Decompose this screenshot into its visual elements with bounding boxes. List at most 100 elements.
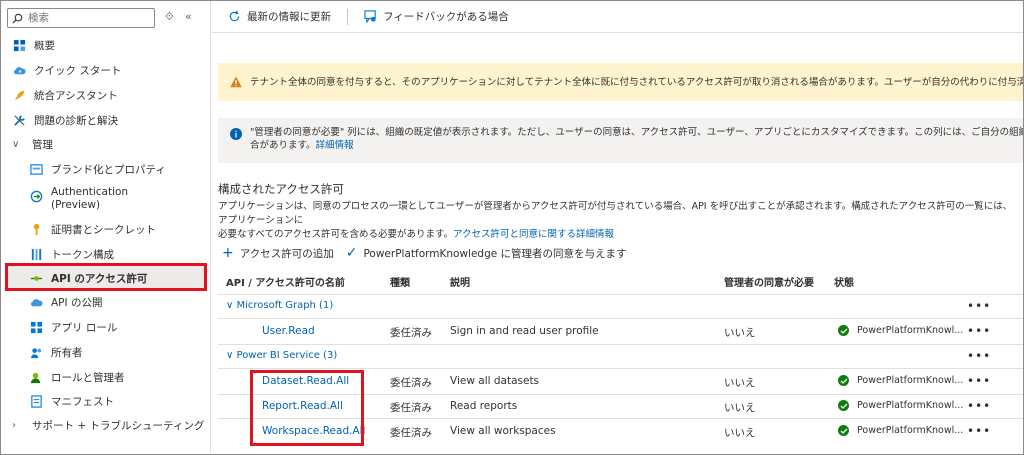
- owners-icon: [29, 345, 43, 359]
- info-text-line1: "管理者の同意が必要" 列には、組織の既定値が表示されます。ただし、ユーザーの同…: [250, 127, 1023, 138]
- sidebar-item-roles-admins[interactable]: ロールと管理者: [1, 365, 209, 389]
- sidebar-item-overview[interactable]: 概要: [1, 33, 209, 57]
- grid-icon: [12, 38, 26, 52]
- success-icon: [838, 425, 849, 436]
- sidebar-item-label: マニフェスト: [51, 395, 114, 408]
- wrench-icon: [12, 113, 26, 127]
- success-icon: [838, 400, 849, 411]
- group-name: Microsoft Graph (1): [236, 300, 334, 311]
- command-bar: 最新の情報に更新 フィードバックがある場合: [212, 1, 1023, 33]
- annotation-highlight-box: [250, 370, 364, 446]
- permission-type: 委任済み: [390, 377, 432, 389]
- roles-admins-icon: [29, 370, 43, 384]
- admin-consent-value: いいえ: [724, 327, 756, 339]
- more-options-icon[interactable]: •••: [967, 324, 991, 338]
- sidebar-item-app-roles[interactable]: アプリ ロール: [1, 315, 209, 339]
- sidebar-item-quickstart[interactable]: クイック スタート: [1, 58, 209, 82]
- status-text: PowerPlatformKnowl...: [857, 425, 964, 436]
- sidebar-item-integration[interactable]: 統合アシスタント: [1, 83, 209, 107]
- token-icon: [29, 247, 43, 261]
- sidebar-item-api-permissions[interactable]: API のアクセス許可: [1, 266, 209, 290]
- sidebar-item-owners[interactable]: 所有者: [1, 340, 209, 364]
- branding-icon: [29, 162, 43, 176]
- sidebar-item-expose-api[interactable]: API の公開: [1, 290, 209, 314]
- refresh-button[interactable]: 最新の情報に更新: [224, 9, 335, 24]
- permissions-consent-link[interactable]: アクセス許可と同意に関する詳細情報: [453, 229, 614, 240]
- more-options-icon[interactable]: •••: [967, 424, 991, 438]
- permission-link-user-read[interactable]: User.Read: [262, 325, 315, 337]
- app-roles-icon: [29, 320, 43, 334]
- column-header-status[interactable]: 状態: [834, 274, 854, 289]
- sidebar-item-label: API の公開: [51, 296, 103, 309]
- sidebar-item-manifest[interactable]: マニフェスト: [1, 389, 209, 413]
- more-options-icon[interactable]: •••: [967, 374, 991, 388]
- success-icon: [838, 375, 849, 386]
- manifest-icon: [29, 394, 43, 408]
- checkmark-icon: ✓: [345, 245, 358, 261]
- sidebar-item-branding[interactable]: ブランド化とプロパティ: [1, 157, 209, 181]
- sidebar-item-sublabel: (Preview): [51, 199, 101, 211]
- column-header-admin-consent[interactable]: 管理者の同意が必要: [724, 274, 814, 289]
- key-icon: [29, 222, 43, 236]
- more-options-icon[interactable]: •••: [967, 399, 991, 413]
- status-granted: PowerPlatformKnowl...: [838, 325, 963, 336]
- row-divider: [218, 344, 1023, 345]
- search-box[interactable]: [7, 8, 155, 28]
- sidebar-item-label: アプリ ロール: [51, 321, 118, 334]
- sidebar-item-diagnose[interactable]: 問題の診断と解決: [1, 108, 209, 132]
- warning-text: テナント全体の同意を付与すると、そのアプリケーションに対してテナント全体に既に付…: [250, 76, 1023, 88]
- sidebar-item-label: サポート + トラブルシューティング: [32, 419, 205, 432]
- status-granted: PowerPlatformKnowl...: [838, 375, 963, 386]
- sidebar-item-token-config[interactable]: トークン構成: [1, 242, 209, 266]
- collapse-sidebar-icon[interactable]: «: [185, 10, 192, 23]
- cloud-quickstart-icon: [12, 63, 26, 77]
- learn-more-link[interactable]: 詳細情報: [316, 140, 354, 151]
- api-permission-icon: [29, 271, 43, 285]
- search-icon: [12, 13, 23, 24]
- plus-icon: +: [222, 245, 234, 261]
- sidebar-item-label: ロールと管理者: [51, 371, 125, 384]
- status-granted: PowerPlatformKnowl...: [838, 425, 963, 436]
- status-text: PowerPlatformKnowl...: [857, 400, 964, 411]
- sidebar: ⟐ « 概要 クイック スタート 統合アシスタント 問題の診断と解決 ∨ 管理 …: [1, 1, 211, 453]
- authentication-icon: [29, 189, 43, 203]
- more-options-icon[interactable]: •••: [967, 349, 991, 363]
- column-header-description[interactable]: 説明: [450, 274, 470, 289]
- admin-consent-value: いいえ: [724, 402, 756, 414]
- status-text: PowerPlatformKnowl...: [857, 375, 964, 386]
- permission-description: Read reports: [450, 400, 518, 412]
- more-options-icon[interactable]: •••: [967, 299, 991, 313]
- sidebar-item-label: Authentication: [51, 186, 129, 198]
- search-input[interactable]: [28, 12, 148, 24]
- column-header-name[interactable]: API / アクセス許可の名前: [226, 274, 345, 289]
- sidebar-item-label: トークン構成: [51, 248, 114, 261]
- group-toggle-microsoft-graph[interactable]: ∨ Microsoft Graph (1): [226, 300, 333, 311]
- permission-type: 委任済み: [390, 327, 432, 339]
- permission-description: View all workspaces: [450, 425, 556, 437]
- grant-admin-consent-button[interactable]: ✓ PowerPlatformKnowledge に管理者の同意を与えます: [346, 245, 627, 261]
- permission-type: 委任済み: [390, 427, 432, 439]
- admin-consent-value: いいえ: [724, 377, 756, 389]
- restore-icon[interactable]: ⟐: [165, 10, 174, 24]
- group-name: Power BI Service (3): [236, 350, 338, 361]
- sidebar-item-label: 概要: [34, 39, 55, 52]
- success-icon: [838, 325, 849, 336]
- feedback-button[interactable]: フィードバックがある場合: [360, 9, 513, 24]
- sidebar-item-label: 問題の診断と解決: [34, 114, 118, 127]
- cloud-api-icon: [29, 295, 43, 309]
- sidebar-item-label: 統合アシスタント: [34, 89, 118, 102]
- info-banner: "管理者の同意が必要" 列には、組織の既定値が表示されます。ただし、ユーザーの同…: [218, 118, 1023, 163]
- column-header-type[interactable]: 種類: [390, 274, 410, 289]
- sidebar-group-support[interactable]: › サポート + トラブルシューティング: [1, 413, 209, 437]
- sidebar-item-label: ブランド化とプロパティ: [51, 163, 166, 176]
- row-divider: [218, 368, 1023, 369]
- sidebar-item-authentication[interactable]: Authentication (Preview): [1, 182, 209, 218]
- chevron-down-icon: ∨: [12, 138, 20, 150]
- add-permission-button[interactable]: + アクセス許可の追加: [222, 245, 334, 261]
- sidebar-item-label: API のアクセス許可: [51, 272, 148, 285]
- sidebar-group-manage[interactable]: ∨ 管理: [1, 132, 209, 156]
- sidebar-item-certificates[interactable]: 証明書とシークレット: [1, 217, 209, 241]
- status-text: PowerPlatformKnowl...: [857, 325, 964, 336]
- group-toggle-power-bi-service[interactable]: ∨ Power BI Service (3): [226, 350, 337, 361]
- sidebar-item-label: 管理: [32, 138, 53, 151]
